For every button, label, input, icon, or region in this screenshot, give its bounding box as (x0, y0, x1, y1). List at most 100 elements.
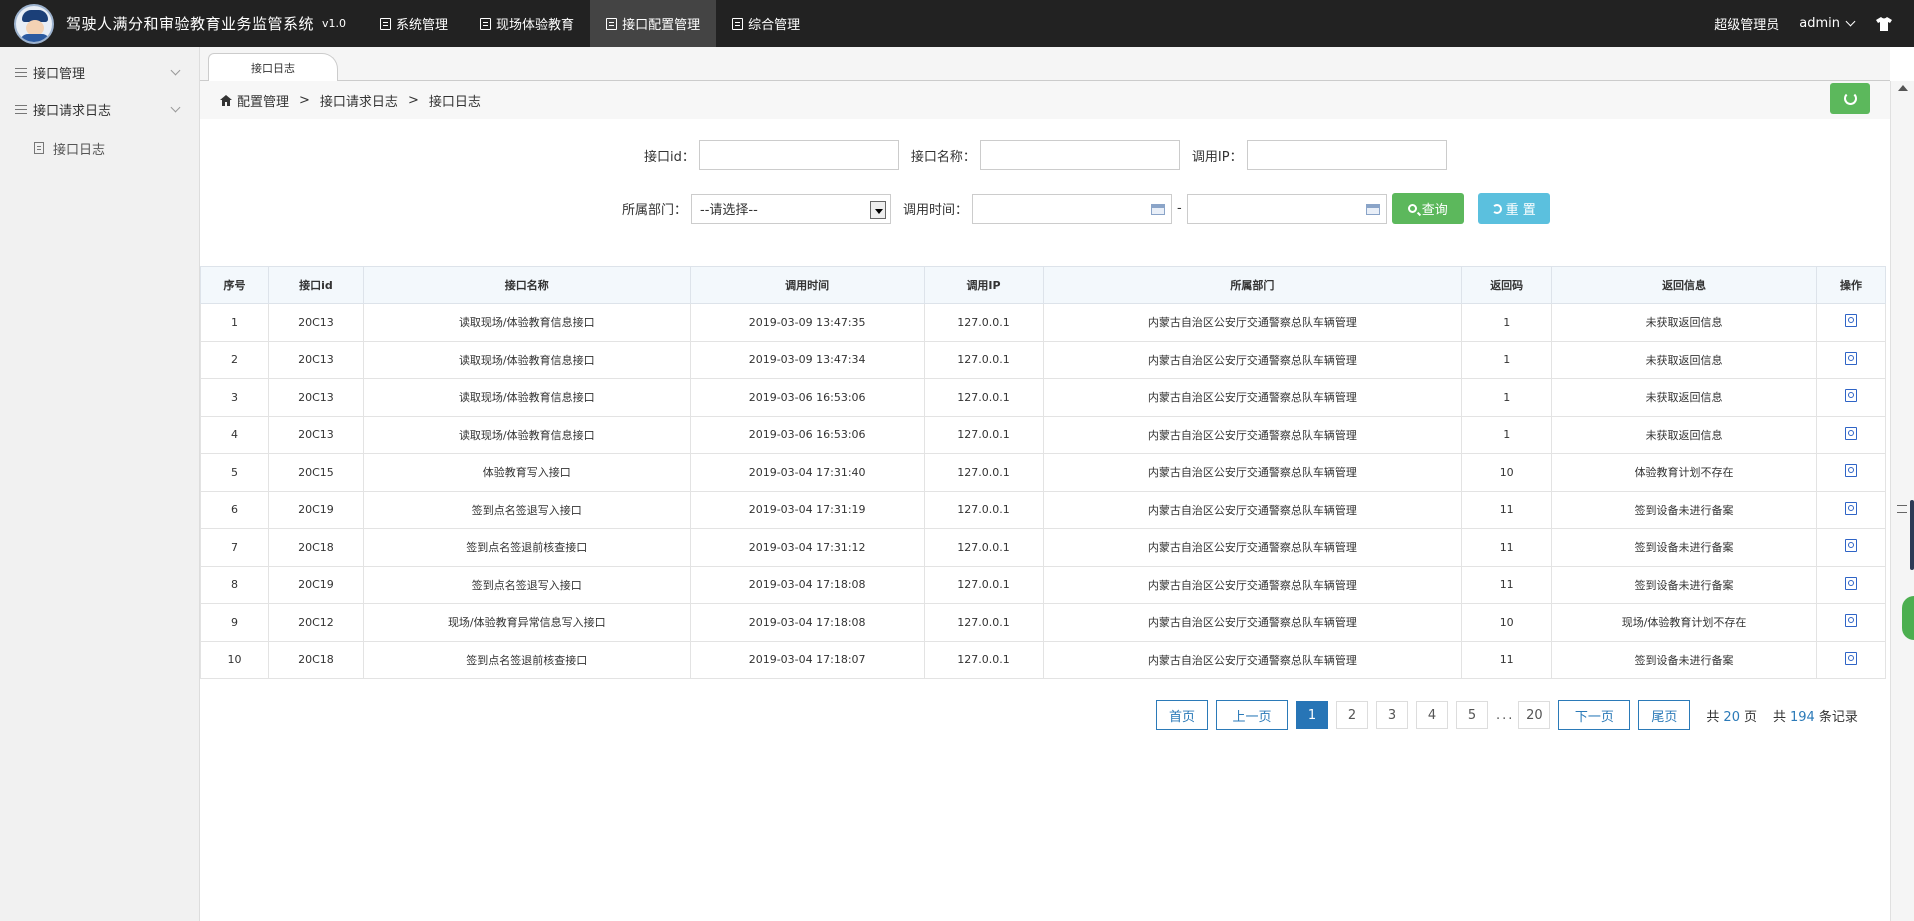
tab-strip: 接口日志 (200, 47, 1890, 82)
dropdown-arrow-icon (870, 200, 887, 219)
page-number[interactable]: 2 (1336, 701, 1368, 729)
sidebar-item-label: 接口日志 (53, 142, 106, 158)
nav-label: 综合管理 (748, 18, 801, 33)
sidebar: 接口管理 接口请求日志 接口日志 (0, 47, 200, 921)
breadcrumb-item[interactable]: 配置管理 (237, 91, 289, 110)
shirt-icon[interactable] (1876, 16, 1892, 31)
table-cell: 2019-03-06 16:53:06 (689, 415, 925, 454)
view-detail-icon[interactable] (1844, 389, 1857, 403)
table-cell: 20C13 (267, 378, 364, 417)
view-detail-icon[interactable] (1844, 651, 1857, 665)
table-cell: 读取现场/体验教育信息接口 (362, 415, 691, 454)
nav-comprehensive-management[interactable]: 综合管理 (716, 0, 816, 47)
table-cell: 127.0.0.1 (923, 340, 1044, 379)
department-selected: --请选择-- (700, 203, 758, 218)
table-cell: 20C12 (267, 603, 364, 642)
document-icon (34, 142, 44, 154)
log-table: 序号 接口id 接口名称 调用时间 调用IP 所属部门 返回码 返回信息 操作 … (200, 266, 1887, 679)
table-cell: 读取现场/体验教育信息接口 (362, 378, 691, 417)
user-menu[interactable]: admin (1799, 16, 1856, 31)
table-cell: 3 (200, 378, 269, 417)
sidebar-item-label: 接口请求日志 (33, 104, 112, 119)
total-records-prefix: 共 (1772, 709, 1786, 725)
nav-system-management[interactable]: 系统管理 (364, 0, 464, 47)
call-time-label: 调用时间： (903, 203, 969, 218)
tab-interface-log[interactable]: 接口日志 (208, 53, 338, 82)
table-cell: 签到设备未进行备案 (1551, 490, 1817, 529)
scroll-up-icon[interactable] (1898, 85, 1908, 91)
page-number[interactable]: 20 (1518, 701, 1551, 729)
breadcrumb-item[interactable]: 接口请求日志 (320, 91, 398, 110)
table-cell: 127.0.0.1 (923, 453, 1044, 492)
table-cell: 签到点名签退写入接口 (362, 490, 691, 529)
search-icon (1407, 204, 1417, 213)
start-time-input[interactable] (972, 193, 1173, 224)
view-detail-icon[interactable] (1844, 576, 1857, 590)
scroll-grip-icon[interactable] (1897, 505, 1907, 513)
app-title: 驾驶人满分和审验教育业务监管系统 (66, 15, 315, 33)
table-cell-action (1815, 340, 1887, 379)
table-cell: 签到点名签退前核查接口 (362, 640, 691, 679)
last-page-button[interactable]: 尾页 (1638, 700, 1691, 730)
table-cell: 体验教育写入接口 (362, 453, 691, 492)
time-range-separator: - (1177, 201, 1182, 216)
nav-onsite-education[interactable]: 现场体验教育 (464, 0, 590, 47)
view-detail-icon[interactable] (1844, 539, 1857, 553)
nav-interface-config[interactable]: 接口配置管理 (590, 0, 717, 47)
document-icon (380, 17, 392, 30)
nav-label: 系统管理 (396, 18, 449, 33)
table-cell: 未获取返回信息 (1551, 340, 1817, 379)
sidebar-item-interface-log[interactable]: 接口日志 (0, 128, 199, 168)
table-cell: 1 (1461, 303, 1553, 342)
table-row: 9 20C12 现场/体验教育异常信息写入接口 2019-03-04 17:18:08… (200, 603, 1887, 642)
nav-label: 接口配置管理 (622, 18, 701, 33)
search-button-label: 查询 (1421, 203, 1448, 218)
page-number[interactable]: 1 (1296, 701, 1328, 729)
document-icon (480, 17, 492, 30)
table-cell: 未获取返回信息 (1551, 303, 1817, 342)
table-cell-action (1815, 640, 1887, 679)
table-cell: 5 (200, 453, 269, 492)
document-icon (732, 17, 744, 30)
interface-id-input[interactable] (698, 140, 899, 170)
view-detail-icon[interactable] (1844, 464, 1857, 478)
next-page-button[interactable]: 下一页 (1558, 700, 1631, 730)
view-detail-icon[interactable] (1844, 501, 1857, 515)
home-icon (220, 94, 232, 106)
view-detail-icon[interactable] (1844, 614, 1857, 628)
column-header: 接口id (267, 266, 364, 304)
view-detail-icon[interactable] (1844, 351, 1857, 365)
side-panel-tab[interactable] (1910, 500, 1914, 570)
sidebar-item-interface-management[interactable]: 接口管理 (0, 54, 199, 91)
department-select[interactable]: --请选择-- (691, 193, 892, 224)
table-cell: 签到点名签退写入接口 (362, 565, 691, 604)
table-cell: 2019-03-04 17:31:12 (689, 528, 925, 567)
reset-button[interactable]: 重 置 (1477, 193, 1550, 224)
table-cell: 1 (1461, 378, 1553, 417)
table-cell: 2019-03-04 17:18:08 (689, 603, 925, 642)
page-number[interactable]: 3 (1376, 701, 1408, 729)
floating-widget[interactable] (1902, 596, 1914, 640)
view-detail-icon[interactable] (1844, 314, 1857, 328)
table-cell: 11 (1461, 640, 1553, 679)
search-button[interactable]: 查询 (1391, 193, 1464, 224)
column-header: 调用时间 (689, 266, 925, 304)
first-page-button[interactable]: 首页 (1156, 700, 1208, 730)
view-detail-icon[interactable] (1844, 426, 1857, 440)
table-header-row: 序号 接口id 接口名称 调用时间 调用IP 所属部门 返回码 返回信息 操作 (200, 266, 1887, 304)
end-time-input[interactable] (1186, 193, 1387, 224)
sidebar-item-request-log[interactable]: 接口请求日志 (0, 91, 199, 128)
column-header: 所属部门 (1042, 266, 1463, 304)
total-pages: 共 20 页 (1706, 706, 1757, 725)
table-cell: 读取现场/体验教育信息接口 (362, 303, 691, 342)
interface-name-input[interactable] (979, 140, 1180, 170)
table-cell: 签到设备未进行备案 (1551, 640, 1817, 679)
table-cell: 内蒙古自治区公安厅交通警察总队车辆管理 (1042, 565, 1463, 604)
page-number[interactable]: 5 (1456, 701, 1488, 729)
prev-page-button[interactable]: 上一页 (1216, 700, 1288, 730)
page-number[interactable]: 4 (1416, 701, 1448, 729)
sidebar-item-label: 接口管理 (33, 67, 86, 82)
interface-name-label: 接口名称： (910, 149, 976, 165)
refresh-button[interactable] (1830, 83, 1870, 114)
ip-input[interactable] (1246, 140, 1447, 170)
